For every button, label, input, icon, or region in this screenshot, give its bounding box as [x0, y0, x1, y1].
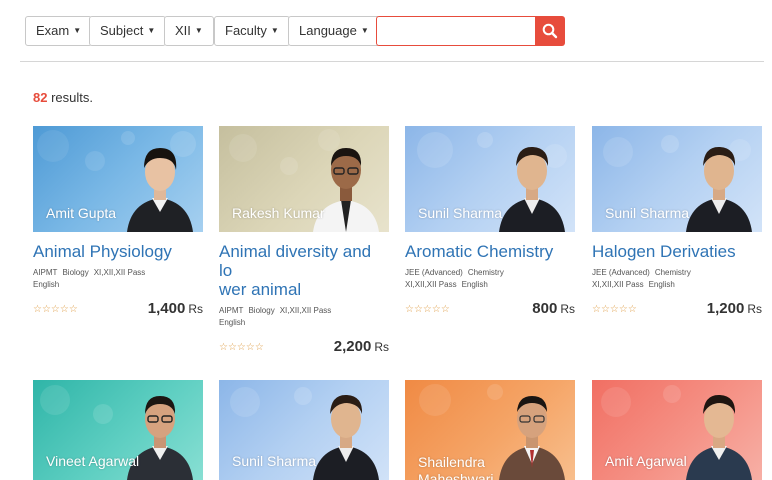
faculty-dropdown[interactable]: Faculty ▼	[214, 16, 290, 46]
language-dropdown[interactable]: Language ▼	[288, 16, 380, 46]
course-title-link[interactable]: Halogen Derivaties	[592, 242, 762, 261]
course-exam: JEE (Advanced)	[405, 268, 463, 277]
course-card[interactable]: Rakesh Kumar Animal diversity and lo wer …	[219, 126, 389, 358]
teacher-name: Sunil Sharma	[605, 205, 690, 221]
course-title-link[interactable]: Aromatic Chemistry	[405, 242, 575, 261]
course-subject: Chemistry	[654, 268, 691, 277]
course-language: English	[219, 318, 246, 327]
teacher-name: Sunil Sharma	[418, 205, 503, 221]
results-count: 82	[33, 90, 48, 105]
caret-down-icon: ▼	[73, 25, 82, 35]
price-currency: Rs	[747, 302, 762, 316]
course-subject: Chemistry	[467, 268, 504, 277]
teacher-name: Shailendra Maheshwari	[418, 454, 494, 480]
divider	[20, 61, 764, 62]
course-thumbnail[interactable]: Sunil Sharma	[219, 380, 389, 480]
course-meta: JEE (Advanced) Chemistry XI,XII,XII Pass E…	[592, 267, 762, 291]
language-dropdown-label: Language	[299, 23, 357, 38]
course-exam: JEE (Advanced)	[592, 268, 650, 277]
course-card[interactable]: Vineet Agarwal	[33, 380, 203, 480]
results-label: results.	[47, 90, 93, 105]
caret-down-icon: ▼	[147, 25, 156, 35]
search-button[interactable]	[535, 16, 565, 46]
search-icon	[542, 23, 558, 39]
course-thumbnail[interactable]: Rakesh Kumar	[219, 126, 389, 232]
course-meta: JEE (Advanced) Chemistry XI,XII,XII Pass E…	[405, 267, 575, 291]
course-thumbnail[interactable]: Sunil Sharma	[592, 126, 762, 232]
course-language: English	[461, 280, 488, 289]
course-card[interactable]: Amit Gupta Animal Physiology AIPMT Biolog…	[33, 126, 203, 320]
teacher-name: Sunil Sharma	[232, 453, 317, 469]
caret-down-icon: ▼	[194, 25, 203, 35]
price-row: ☆☆☆☆☆ 1,400 Rs	[33, 300, 203, 320]
course-thumbnail[interactable]: Shailendra Maheshwari	[405, 380, 575, 480]
teacher-name: Amit Gupta	[46, 205, 117, 221]
course-title-line: Animal diversity and lo	[219, 242, 372, 280]
course-card[interactable]: Shailendra Maheshwari	[405, 380, 575, 480]
price-amount: 1,200	[706, 300, 745, 317]
course-card[interactable]: Sunil Sharma Aromatic Chemistry JEE (Adv…	[405, 126, 575, 320]
subject-dropdown-label: Subject	[100, 23, 144, 38]
course-classes: XI,XII,XII Pass	[93, 268, 146, 277]
star-outline-icon[interactable]: ☆☆☆☆☆	[33, 304, 78, 315]
course-classes: XI,XII,XII Pass	[592, 280, 644, 289]
faculty-dropdown-label: Faculty	[225, 23, 267, 38]
class-dropdown[interactable]: XII ▼	[164, 16, 214, 46]
class-dropdown-label: XII	[175, 23, 191, 38]
subject-dropdown[interactable]: Subject ▼	[89, 16, 167, 46]
price-amount: 1,400	[147, 300, 186, 317]
exam-dropdown[interactable]: Exam ▼	[25, 16, 93, 46]
star-outline-icon[interactable]: ☆☆☆☆☆	[219, 342, 264, 353]
exam-dropdown-label: Exam	[36, 23, 70, 38]
caret-down-icon: ▼	[360, 25, 369, 35]
price-row: ☆☆☆☆☆ 1,200 Rs	[592, 300, 762, 320]
course-card[interactable]: Sunil Sharma	[219, 380, 389, 480]
course-price: 2,200 Rs	[334, 338, 389, 355]
course-price: 1,200 Rs	[707, 300, 762, 317]
course-thumbnail[interactable]: Amit Gupta	[33, 126, 203, 232]
price-row: ☆☆☆☆☆ 800 Rs	[405, 300, 575, 320]
course-meta: AIPMT Biology XI,XII,XII Pass English	[33, 267, 203, 291]
course-subject: Biology	[62, 268, 89, 277]
course-language: English	[33, 280, 60, 289]
course-title-link[interactable]: Animal diversity and lo wer animal	[219, 242, 389, 299]
filter-bar: Exam ▼ Subject ▼ XII ▼ Faculty ▼ Language ▼	[0, 0, 772, 62]
teacher-name: Vineet Agarwal	[46, 453, 140, 469]
star-outline-icon[interactable]: ☆☆☆☆☆	[405, 304, 450, 315]
course-card[interactable]: Amit Agarwal	[592, 380, 762, 480]
course-thumbnail[interactable]: Amit Agarwal	[592, 380, 762, 480]
teacher-name: Rakesh Kumar	[232, 205, 325, 221]
course-card[interactable]: Sunil Sharma Halogen Derivaties JEE (Adv…	[592, 126, 762, 320]
course-classes: XI,XII,XII Pass	[405, 280, 457, 289]
price-currency: Rs	[188, 302, 203, 316]
price-amount: 2,200	[333, 338, 372, 355]
course-exam: AIPMT	[219, 306, 244, 315]
course-price: 800 Rs	[532, 300, 575, 317]
course-title-link[interactable]: Animal Physiology	[33, 242, 203, 261]
star-outline-icon[interactable]: ☆☆☆☆☆	[592, 304, 637, 315]
course-meta: AIPMT Biology XI,XII,XII Pass English	[219, 305, 389, 329]
course-language: English	[648, 280, 675, 289]
teacher-name: Amit Agarwal	[605, 453, 687, 469]
course-thumbnail[interactable]: Vineet Agarwal	[33, 380, 203, 480]
caret-down-icon: ▼	[270, 25, 279, 35]
course-thumbnail[interactable]: Sunil Sharma	[405, 126, 575, 232]
price-row: ☆☆☆☆☆ 2,200 Rs	[219, 338, 389, 358]
results-summary: 82 results.	[33, 90, 93, 105]
price-currency: Rs	[560, 302, 575, 316]
price-amount: 800	[532, 300, 558, 317]
course-classes: XI,XII,XII Pass	[279, 306, 332, 315]
course-title-line: wer animal	[219, 280, 302, 299]
course-exam: AIPMT	[33, 268, 58, 277]
price-currency: Rs	[374, 340, 389, 354]
course-price: 1,400 Rs	[148, 300, 203, 317]
course-subject: Biology	[248, 306, 275, 315]
search-input[interactable]	[376, 16, 536, 46]
